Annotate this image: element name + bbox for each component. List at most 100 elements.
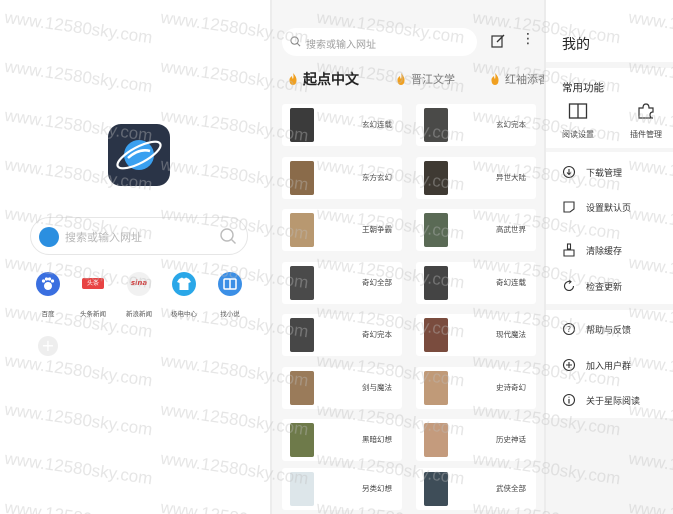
menu-group-2: ? 帮助与反馈 加入用户群 关于星际阅读 <box>546 310 673 418</box>
menu-item-about[interactable]: 关于星际阅读 <box>562 390 672 410</box>
menu-label: 下载管理 <box>586 168 623 179</box>
sina-badge: sina <box>130 279 148 287</box>
add-shortcut-button[interactable]: + <box>38 336 58 356</box>
category-card[interactable]: 奇幻完本 <box>282 314 402 356</box>
menu-item-clear-cache[interactable]: 清除缓存 <box>562 240 672 260</box>
search-icon <box>290 36 301 47</box>
book-cover <box>424 472 448 506</box>
menu-label: 加入用户群 <box>586 361 632 372</box>
shortcut-label: 极电中心 <box>171 310 197 318</box>
category-card[interactable]: 剑与魔法 <box>282 367 402 409</box>
category-card[interactable]: 东方玄幻 <box>282 157 402 199</box>
info-icon <box>562 393 576 407</box>
home-screen: 搜索或输入网址 百度 头条 头条新闻 sina 新浪新闻 极电中心 找小说 + <box>0 0 270 514</box>
more-menu-icon[interactable]: ⋮ <box>521 32 535 46</box>
book-icon <box>218 272 242 296</box>
reading-settings-button[interactable]: 阅读设置 <box>550 102 606 140</box>
search-icon[interactable] <box>219 227 237 245</box>
shortcut-grid: 百度 头条 头条新闻 sina 新浪新闻 极电中心 找小说 <box>26 272 256 322</box>
menu-label: 检查更新 <box>586 282 623 293</box>
shortcut-jidian[interactable]: 极电中心 <box>162 272 206 318</box>
plugin-manager-button[interactable]: 插件管理 <box>618 102 673 140</box>
fire-icon <box>289 73 297 85</box>
menu-label: 清除缓存 <box>586 246 623 257</box>
browser-logo-icon <box>39 227 59 247</box>
site-tabs: 起点中文 晋江文学 红袖添香 <box>272 66 544 92</box>
category-title: 历史神话 <box>496 435 526 444</box>
book-cover <box>290 266 314 300</box>
menu-item-download[interactable]: 下载管理 <box>562 162 672 182</box>
help-icon: ? <box>562 322 576 336</box>
category-card[interactable]: 另类幻想 <box>282 468 402 510</box>
menu-label: 帮助与反馈 <box>586 325 632 336</box>
category-title: 王朝争霸 <box>362 225 392 234</box>
menu-item-check-update[interactable]: 检查更新 <box>562 276 672 296</box>
book-cover <box>290 213 314 247</box>
book-open-icon <box>568 103 588 119</box>
category-title: 奇幻完本 <box>362 330 392 339</box>
broom-icon <box>563 243 575 257</box>
category-card[interactable]: 奇幻连载 <box>416 262 536 304</box>
toutiao-badge: 头条 <box>82 278 104 289</box>
section-label: 常用功能 <box>562 82 604 94</box>
menu-label: 关于星际阅读 <box>586 396 641 407</box>
category-card[interactable]: 高武世界 <box>416 209 536 251</box>
category-card[interactable]: 奇幻全部 <box>282 262 402 304</box>
tshirt-icon <box>172 272 196 296</box>
shortcut-toutiao[interactable]: 头条 头条新闻 <box>71 272 115 318</box>
category-title: 黑暗幻想 <box>362 435 392 444</box>
category-card[interactable]: 史诗奇幻 <box>416 367 536 409</box>
category-card[interactable]: 现代魔法 <box>416 314 536 356</box>
shortcut-sina[interactable]: sina 新浪新闻 <box>117 272 161 318</box>
shortcut-novel[interactable]: 找小说 <box>208 272 252 318</box>
book-cover <box>424 423 448 457</box>
edit-icon[interactable] <box>491 34 505 48</box>
svg-text:?: ? <box>567 325 571 334</box>
app-logo-planet-icon <box>108 124 170 186</box>
book-cover <box>424 213 448 247</box>
category-title: 异世大陆 <box>496 173 526 182</box>
category-card[interactable]: 王朝争霸 <box>282 209 402 251</box>
menu-item-default-page[interactable]: 设置默认页 <box>562 197 672 217</box>
category-card[interactable]: 异世大陆 <box>416 157 536 199</box>
fire-icon <box>397 73 405 85</box>
menu-item-help[interactable]: ? 帮助与反馈 <box>562 319 672 339</box>
home-search-input[interactable]: 搜索或输入网址 <box>30 217 248 255</box>
add-group-icon <box>562 358 576 372</box>
tab-label: 红袖添香 <box>505 73 544 86</box>
menu-label: 设置默认页 <box>586 203 632 214</box>
category-card[interactable]: 黑暗幻想 <box>282 419 402 461</box>
tab-jinjiang[interactable]: 晋江文学 <box>396 66 455 92</box>
category-title: 高武世界 <box>496 225 526 234</box>
qidian-screen: 搜索或输入网址 ⋮ 起点中文 晋江文学 红袖添香 玄幻连载 玄幻完本 东方玄幻 … <box>272 0 544 514</box>
category-card[interactable]: 玄幻连载 <box>282 104 402 146</box>
download-icon <box>562 165 576 179</box>
tab-label: 晋江文学 <box>411 73 455 86</box>
category-card[interactable]: 武侠全部 <box>416 468 536 510</box>
fire-icon <box>491 73 499 85</box>
page-title: 我的 <box>562 37 590 53</box>
shortcut-label: 新浪新闻 <box>126 310 152 318</box>
category-title: 武侠全部 <box>496 484 526 493</box>
toutiao-icon: 头条 <box>81 272 105 296</box>
category-card[interactable]: 玄幻完本 <box>416 104 536 146</box>
tab-hongxiu[interactable]: 红袖添香 <box>490 66 544 92</box>
book-cover <box>424 266 448 300</box>
mine-header: 我的 <box>546 0 673 62</box>
home-search-placeholder: 搜索或输入网址 <box>65 231 142 244</box>
book-cover <box>290 108 314 142</box>
book-cover <box>290 423 314 457</box>
shortcut-label: 找小说 <box>220 310 240 318</box>
qidian-search-placeholder: 搜索或输入网址 <box>306 40 376 51</box>
shortcut-label: 头条新闻 <box>80 310 106 318</box>
category-card[interactable]: 历史神话 <box>416 419 536 461</box>
category-title: 东方玄幻 <box>362 173 392 182</box>
menu-item-join-group[interactable]: 加入用户群 <box>562 355 672 375</box>
category-title: 玄幻连载 <box>362 120 392 129</box>
qidian-search-input[interactable]: 搜索或输入网址 <box>282 28 477 56</box>
book-cover <box>424 108 448 142</box>
book-cover <box>290 371 314 405</box>
shortcut-baidu[interactable]: 百度 <box>26 272 70 318</box>
tab-qidian[interactable]: 起点中文 <box>288 66 359 92</box>
refresh-icon <box>563 279 575 292</box>
